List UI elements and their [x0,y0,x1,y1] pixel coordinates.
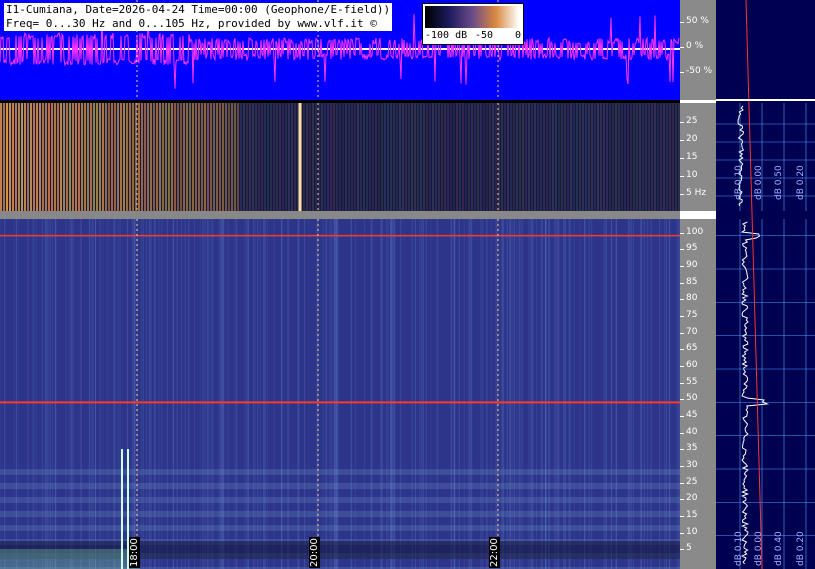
profile-label: dB 0.20 [796,531,806,566]
spectrogram-high [0,219,680,569]
spectrogram-low-axis: 25 20 15 10 5 Hz [680,103,716,211]
profile-trace-red [745,0,763,569]
profile-label: dB 0.40 [774,531,784,566]
profile-label: dB 0.20 [796,165,806,200]
time-label-1800: 18:00 [129,537,140,568]
color-scale-legend: -100 dB -50 0 [422,3,524,45]
profile-label: dB 0.00 [754,531,764,566]
profile-label: dB 0.10 [734,165,744,200]
time-label-2000: 20:00 [309,537,320,568]
profile-label: dB 0.50 [774,165,784,200]
profile-svg [716,0,815,569]
waveform-panel: I1-Cumiana, Date=2026-04-24 Time=00:00 (… [0,0,680,100]
spectrogram-low-svg [0,103,680,211]
spectrum-profile-panel: dB 0.10 dB 0.00 dB 0.50 dB 0.20 dB 0.10 … [716,0,815,569]
colorbar-max-label: 0 [515,30,522,41]
color-gradient [425,6,519,28]
waveform-axis: 50 % 0 % -50 % [680,0,716,100]
profile-label: dB 0.00 [754,165,764,200]
spectrogram-high-svg [0,219,680,569]
colorbar-min-label: -100 dB [425,30,468,41]
axis-divider [680,211,716,219]
panel-separator [0,211,680,219]
profile-label: dB 0.10 [734,531,744,566]
spectrogram-low [0,103,680,211]
time-label-2200: 22:00 [489,537,500,568]
spectrogram-high-axis: 100 95 90 85 80 75 70 65 60 55 50 45 40 35 30 25 20 15 10 5 [680,219,716,569]
colorbar-mid-label: -50 [475,30,494,41]
profile-trace-high [740,221,770,565]
chart-title: I1-Cumiana, Date=2026-04-24 Time=00:00 (… [4,3,393,31]
